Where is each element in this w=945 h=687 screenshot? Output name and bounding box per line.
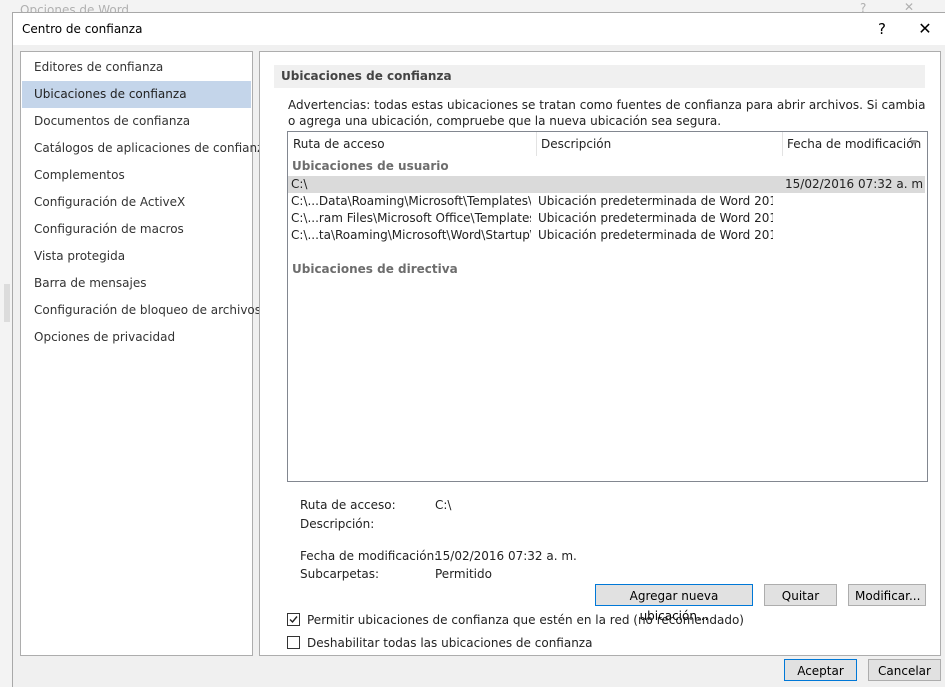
detail-description-label: Descripción: [300, 517, 375, 531]
row-description: Ubicación predeterminada de Word 2013: .… [538, 194, 773, 208]
row-date [785, 210, 923, 227]
remove-button[interactable]: Quitar [764, 584, 837, 606]
row-description [538, 176, 773, 193]
row-path: C:\...ta\Roaming\Microsoft\Word\Startup\ [291, 228, 531, 242]
row-date [785, 227, 923, 244]
table-row[interactable]: C:\...Data\Roaming\Microsoft\Templates\ … [288, 193, 925, 210]
background-scroll-mark [4, 284, 10, 322]
group-header-policy: Ubicaciones de directiva [292, 262, 458, 276]
close-icon[interactable]: ✕ [913, 18, 937, 40]
check-icon [289, 616, 298, 624]
row-path: C:\ [291, 177, 308, 191]
detail-path-label: Ruta de acceso: [300, 498, 396, 512]
column-header-description[interactable]: Descripción [536, 132, 782, 156]
background-close-icon: ✕ [904, 0, 915, 12]
section-title: Ubicaciones de confianza [281, 69, 452, 83]
sort-arrow-icon [910, 140, 918, 145]
nav-item-file-block-settings[interactable]: Configuración de bloqueo de archivos [22, 297, 261, 324]
nav-list: Editores de confianza Ubicaciones de con… [20, 51, 271, 656]
content-panel: Ubicaciones de confianza Advertencias: t… [259, 51, 941, 656]
row-date [785, 193, 923, 210]
row-date: 15/02/2016 07:32 a. m. [785, 177, 923, 191]
locations-list[interactable]: Ruta de acceso Descripción Fecha de modi… [287, 131, 928, 482]
nav-item-trusted-documents[interactable]: Documentos de confianza [22, 108, 251, 135]
title-bar: Centro de confianza ? ✕ [13, 13, 945, 45]
background-window-edge [0, 12, 12, 687]
row-path: C:\...ram Files\Microsoft Office\Templat… [291, 211, 531, 225]
nav-item-privacy-options[interactable]: Opciones de privacidad [22, 324, 251, 351]
nav-item-addins[interactable]: Complementos [22, 162, 251, 189]
nav-item-trusted-publishers[interactable]: Editores de confianza [22, 54, 251, 81]
nav-item-trusted-app-catalogs[interactable]: Catálogos de aplicaciones de confianza [22, 135, 271, 162]
table-row[interactable]: C:\ 15/02/2016 07:32 a. m. [288, 176, 925, 193]
cancel-button[interactable]: Cancelar [868, 659, 941, 681]
detail-date-value: 15/02/2016 07:32 a. m. [435, 549, 577, 563]
row-description: Ubicación predeterminada de Word 2013: .… [538, 211, 773, 225]
background-window: Opciones de Word ? ✕ [0, 0, 945, 12]
add-location-button[interactable]: Agregar nueva ubicación... [595, 584, 753, 623]
detail-subfolders-label: Subcarpetas: [300, 567, 380, 581]
nav-item-trusted-locations[interactable]: Ubicaciones de confianza [22, 81, 251, 108]
warning-text: Advertencias: todas estas ubicaciones se… [288, 98, 926, 128]
allow-network-checkbox[interactable] [287, 613, 300, 626]
row-path: C:\...Data\Roaming\Microsoft\Templates\ [291, 194, 531, 208]
detail-subfolders-value: Permitido [435, 567, 492, 581]
allow-network-label[interactable]: Permitir ubicaciones de confianza que es… [307, 613, 744, 627]
modify-button[interactable]: Modificar... [848, 584, 926, 606]
disable-all-checkbox[interactable] [287, 636, 300, 649]
detail-date-label: Fecha de modificación: [300, 549, 439, 563]
dialog-title: Centro de confianza [22, 22, 143, 36]
column-header-date[interactable]: Fecha de modificación [782, 132, 925, 156]
nav-item-protected-view[interactable]: Vista protegida [22, 243, 251, 270]
background-window-title: Opciones de Word [20, 3, 130, 12]
nav-item-message-bar[interactable]: Barra de mensajes [22, 270, 251, 297]
ok-button[interactable]: Aceptar [784, 659, 857, 681]
section-header: Ubicaciones de confianza [274, 65, 925, 88]
column-header-path[interactable]: Ruta de acceso [288, 132, 536, 156]
row-description: Ubicación predeterminada de Word 2013: i… [538, 228, 773, 242]
detail-path-value: C:\ [435, 498, 452, 512]
nav-item-macro-settings[interactable]: Configuración de macros [22, 216, 251, 243]
disable-all-label[interactable]: Deshabilitar todas las ubicaciones de co… [307, 636, 592, 650]
background-help-icon: ? [860, 1, 867, 12]
table-row[interactable]: C:\...ram Files\Microsoft Office\Templat… [288, 210, 925, 227]
group-header-user: Ubicaciones de usuario [292, 159, 449, 173]
help-icon[interactable]: ? [871, 19, 893, 39]
table-row[interactable]: C:\...ta\Roaming\Microsoft\Word\Startup\… [288, 227, 925, 244]
trust-center-dialog: Centro de confianza ? ✕ Editores de conf… [12, 12, 945, 687]
nav-item-activex-settings[interactable]: Configuración de ActiveX [22, 189, 251, 216]
